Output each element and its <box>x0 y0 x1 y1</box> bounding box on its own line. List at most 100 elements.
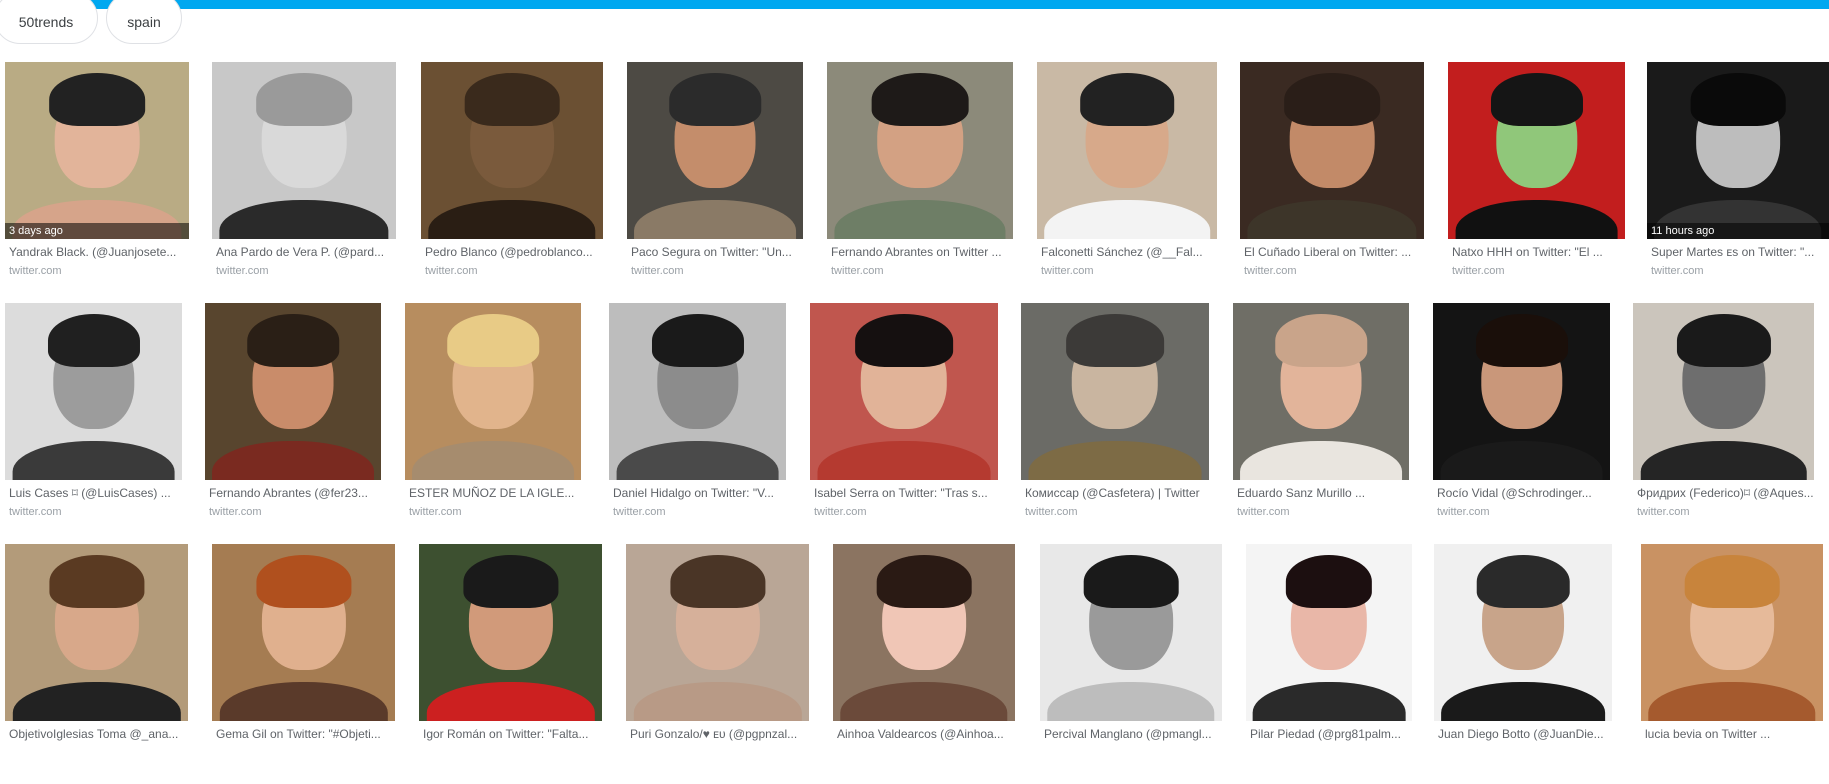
result-title[interactable]: ObjetivoIglesias Toma @_ana... <box>9 727 188 741</box>
result-source[interactable]: twitter.com <box>216 265 269 277</box>
result-thumbnail[interactable] <box>833 544 1015 721</box>
result-title[interactable]: lucia bevia on Twitter ... <box>1645 727 1823 741</box>
result-thumbnail[interactable] <box>419 544 602 721</box>
result-title[interactable]: Gema Gil on Twitter: "#Objeti... <box>216 727 395 741</box>
result-thumbnail[interactable] <box>1040 544 1222 721</box>
result-tile[interactable]: Pilar Piedad (@prg81palm... <box>1246 544 1412 784</box>
result-tile[interactable]: Ainhoa Valdearcos (@Ainhoa... <box>833 544 1015 784</box>
result-tile[interactable]: Luis Cases ⌑ (@LuisCases) ... twitter.com <box>5 303 182 543</box>
result-source[interactable]: twitter.com <box>1041 265 1094 277</box>
result-tile[interactable]: Комиссар (@Casfetera) | Twitter twitter.c… <box>1021 303 1209 543</box>
result-source[interactable]: twitter.com <box>1025 506 1078 518</box>
result-source[interactable]: twitter.com <box>1651 265 1704 277</box>
result-tile[interactable]: ObjetivoIglesias Toma @_ana... <box>5 544 188 784</box>
result-tile[interactable]: El Cuñado Liberal on Twitter: ... twitter… <box>1240 62 1424 302</box>
result-tile[interactable]: Ana Pardo de Vera P. (@pard... twitter.co… <box>212 62 396 302</box>
result-tile[interactable]: Pedro Blanco (@pedroblanco... twitter.com <box>421 62 603 302</box>
result-title[interactable]: Falconetti Sánchez (@__Fal... <box>1041 245 1217 259</box>
result-tile[interactable]: Rocío Vidal (@Schrodinger... twitter.com <box>1433 303 1610 543</box>
result-title[interactable]: Daniel Hidalgo on Twitter: "V... <box>613 486 786 500</box>
result-source[interactable]: twitter.com <box>631 265 684 277</box>
result-source[interactable]: twitter.com <box>1452 265 1505 277</box>
result-title[interactable]: Pedro Blanco (@pedroblanco... <box>425 245 603 259</box>
result-source[interactable]: twitter.com <box>209 506 262 518</box>
result-tile[interactable]: Eduardo Sanz Murillo ... twitter.com <box>1233 303 1409 543</box>
result-title[interactable]: Ainhoa Valdearcos (@Ainhoa... <box>837 727 1015 741</box>
result-source[interactable]: twitter.com <box>1637 506 1690 518</box>
result-title[interactable]: Percival Manglano (@pmangl... <box>1044 727 1222 741</box>
result-thumbnail[interactable] <box>1021 303 1209 480</box>
result-source[interactable]: twitter.com <box>1244 265 1297 277</box>
result-title[interactable]: ESTER MUÑOZ DE LA IGLE... <box>409 486 581 500</box>
result-tile[interactable]: Igor Román on Twitter: "Falta... <box>419 544 602 784</box>
result-tile[interactable]: Juan Diego Botto (@JuanDie... <box>1434 544 1612 784</box>
result-thumbnail[interactable] <box>1433 303 1610 480</box>
result-thumbnail[interactable] <box>810 303 998 480</box>
result-thumbnail[interactable] <box>212 62 396 239</box>
chip-50trends[interactable]: 50trends <box>0 0 98 44</box>
result-title[interactable]: Ana Pardo de Vera P. (@pard... <box>216 245 396 259</box>
result-title[interactable]: Fernando Abrantes (@fer23... <box>209 486 381 500</box>
result-thumbnail[interactable] <box>5 303 182 480</box>
result-source[interactable]: twitter.com <box>9 265 62 277</box>
result-source[interactable]: twitter.com <box>9 506 62 518</box>
result-title[interactable]: Fernando Abrantes on Twitter ... <box>831 245 1013 259</box>
result-title[interactable]: El Cuñado Liberal on Twitter: ... <box>1244 245 1424 259</box>
result-title[interactable]: Igor Román on Twitter: "Falta... <box>423 727 602 741</box>
result-title[interactable]: Luis Cases ⌑ (@LuisCases) ... <box>9 486 182 500</box>
result-tile[interactable]: Percival Manglano (@pmangl... <box>1040 544 1222 784</box>
result-tile[interactable]: Fernando Abrantes on Twitter ... twitter.… <box>827 62 1013 302</box>
result-tile[interactable]: 3 days ago Yandrak Black. (@Juanjosete...… <box>5 62 189 302</box>
result-thumbnail[interactable] <box>405 303 581 480</box>
result-source[interactable]: twitter.com <box>613 506 666 518</box>
result-tile[interactable]: Fernando Abrantes (@fer23... twitter.com <box>205 303 381 543</box>
result-thumbnail[interactable] <box>1233 303 1409 480</box>
result-title[interactable]: Paco Segura on Twitter: "Un... <box>631 245 803 259</box>
result-thumbnail[interactable]: 11 hours ago <box>1647 62 1829 239</box>
result-tile[interactable]: Natxo HHH on Twitter: "El ... twitter.com <box>1448 62 1625 302</box>
result-thumbnail[interactable] <box>1434 544 1612 721</box>
result-thumbnail[interactable] <box>212 544 395 721</box>
result-title[interactable]: Super Martes ᴇs on Twitter: "... <box>1651 245 1829 259</box>
result-tile[interactable]: Puri Gonzalo/♥ ᴇᴜ (@pgpnzal... <box>626 544 809 784</box>
result-source[interactable]: twitter.com <box>831 265 884 277</box>
result-thumbnail[interactable] <box>1037 62 1217 239</box>
result-thumbnail[interactable] <box>609 303 786 480</box>
result-title[interactable]: Juan Diego Botto (@JuanDie... <box>1438 727 1612 741</box>
result-tile[interactable]: Paco Segura on Twitter: "Un... twitter.co… <box>627 62 803 302</box>
result-tile[interactable]: Isabel Serra on Twitter: "Tras s... twitt… <box>810 303 998 543</box>
result-thumbnail[interactable] <box>1448 62 1625 239</box>
result-tile[interactable]: lucia bevia on Twitter ... <box>1641 544 1823 784</box>
result-thumbnail[interactable] <box>827 62 1013 239</box>
result-source[interactable]: twitter.com <box>409 506 462 518</box>
result-title[interactable]: Eduardo Sanz Murillo ... <box>1237 486 1409 500</box>
result-thumbnail[interactable] <box>1246 544 1412 721</box>
result-thumbnail[interactable] <box>1633 303 1814 480</box>
result-thumbnail[interactable] <box>627 62 803 239</box>
result-title[interactable]: Rocío Vidal (@Schrodinger... <box>1437 486 1610 500</box>
result-title[interactable]: Фридрих (Federico)⌑ (@Aques... <box>1637 486 1814 500</box>
result-title[interactable]: Yandrak Black. (@Juanjosete... <box>9 245 189 259</box>
result-thumbnail[interactable] <box>421 62 603 239</box>
result-tile[interactable]: 11 hours ago Super Martes ᴇs on Twitter: … <box>1647 62 1829 302</box>
result-tile[interactable]: ESTER MUÑOZ DE LA IGLE... twitter.com <box>405 303 581 543</box>
result-source[interactable]: twitter.com <box>1437 506 1490 518</box>
result-title[interactable]: Isabel Serra on Twitter: "Tras s... <box>814 486 998 500</box>
result-tile[interactable]: Falconetti Sánchez (@__Fal... twitter.com <box>1037 62 1217 302</box>
result-source[interactable]: twitter.com <box>814 506 867 518</box>
result-title[interactable]: Natxo HHH on Twitter: "El ... <box>1452 245 1625 259</box>
result-thumbnail[interactable]: 3 days ago <box>5 62 189 239</box>
result-tile[interactable]: Daniel Hidalgo on Twitter: "V... twitter.… <box>609 303 786 543</box>
result-tile[interactable]: Фридрих (Federico)⌑ (@Aques... twitter.co… <box>1633 303 1814 543</box>
result-source[interactable]: twitter.com <box>425 265 478 277</box>
result-thumbnail[interactable] <box>205 303 381 480</box>
chip-spain[interactable]: spain <box>106 0 182 44</box>
result-thumbnail[interactable] <box>5 544 188 721</box>
result-source[interactable]: twitter.com <box>1237 506 1290 518</box>
result-thumbnail[interactable] <box>626 544 809 721</box>
result-title[interactable]: Комиссар (@Casfetera) | Twitter <box>1025 486 1209 500</box>
result-tile[interactable]: Gema Gil on Twitter: "#Objeti... <box>212 544 395 784</box>
result-thumbnail[interactable] <box>1240 62 1424 239</box>
result-thumbnail[interactable] <box>1641 544 1823 721</box>
result-title[interactable]: Puri Gonzalo/♥ ᴇᴜ (@pgpnzal... <box>630 727 809 741</box>
